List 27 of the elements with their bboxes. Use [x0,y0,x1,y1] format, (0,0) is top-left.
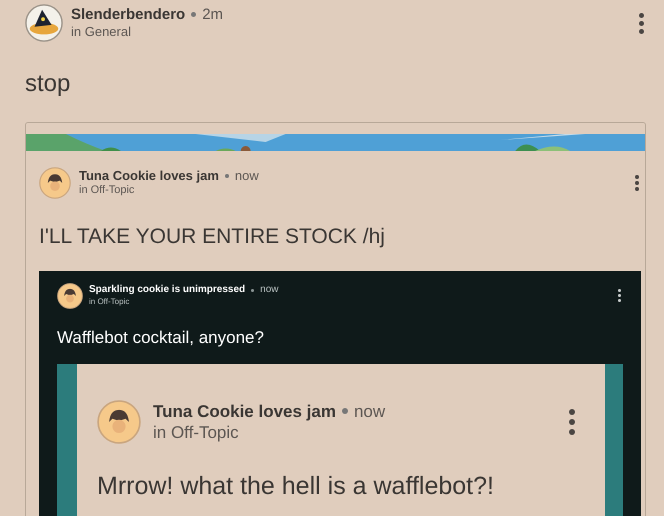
channel-label[interactable]: in Off-Topic [153,422,386,444]
post-text: Wafflebot cocktail, anyone? [57,326,265,348]
post-time: 2m [202,6,224,24]
shared-post-screenshot[interactable]: Sparkling cookie is unimpressed now in Off-Topic Wafflebot cocktail, anyone? Tuna Cookie loves jam now in Off-Topic Mrrow! what the hell is a wafflebot?! [39,270,641,516]
post-time: now [234,168,259,184]
post-text: stop [25,69,72,99]
channel-label[interactable]: in General [71,24,224,40]
post-text: I'LL TAKE YOUR ENTIRE STOCK /hj [39,224,386,250]
more-options-icon[interactable] [633,173,641,193]
cookie-avatar-icon [39,167,71,199]
post-time: now [354,400,386,422]
author-name[interactable]: Sparkling cookie is unimpressed [89,284,246,297]
channel-label[interactable]: in Off-Topic [79,184,259,198]
author-name[interactable]: Slenderbendero [71,6,186,24]
author-name[interactable]: Tuna Cookie loves jam [153,400,336,422]
shared-post-frame[interactable]: Tuna Cookie loves jam now in Off-Topic Mrrow! what the hell is a wafflebot?! [57,364,623,516]
cookie-avatar-icon [57,282,83,308]
hat-avatar-icon [25,4,63,42]
more-options-icon[interactable] [616,287,623,304]
channel-label[interactable]: in Off-Topic [89,296,279,307]
more-options-icon[interactable] [637,10,646,36]
author-name[interactable]: Tuna Cookie loves jam [79,168,219,184]
post-time: now [260,284,279,297]
shared-post-card[interactable] [25,122,646,516]
more-options-icon[interactable] [567,407,577,437]
cookie-avatar-icon [97,400,141,444]
post-text: Mrrow! what the hell is a wafflebot?! [97,471,495,502]
